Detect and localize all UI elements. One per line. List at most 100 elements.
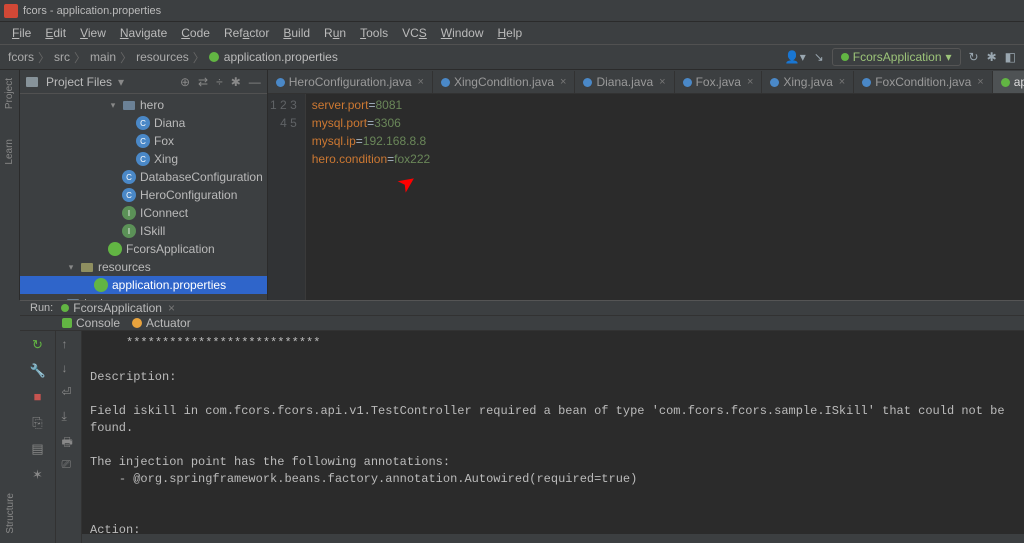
debug-icon[interactable]: ✱	[987, 50, 997, 64]
menu-run[interactable]: Run	[318, 24, 352, 42]
tree-node-xing[interactable]: CXing	[20, 150, 267, 168]
menu-vcs[interactable]: VCS	[396, 24, 433, 42]
editor-tab-application-properties[interactable]: application.properties×	[993, 71, 1024, 93]
class-c-icon: C	[122, 188, 136, 202]
menu-edit[interactable]: Edit	[39, 24, 72, 42]
tree-node-label: application.properties	[112, 278, 226, 292]
target-icon[interactable]: ⊕	[180, 75, 190, 89]
editor-body[interactable]: 1 2 3 4 5 server.port=8081 mysql.port=33…	[268, 94, 1024, 300]
tab-label: XingCondition.java	[454, 75, 554, 89]
clear-icon[interactable]: ⎚	[62, 457, 76, 471]
stop-icon[interactable]: ■	[30, 389, 46, 405]
app-icon	[4, 4, 18, 18]
tab-label: FoxCondition.java	[875, 75, 971, 89]
expand-icon[interactable]: ⇄	[198, 75, 208, 89]
workspace: Project Files ▾ ⊕ ⇄ ÷ ✱ — ▾heroCDianaCFo…	[20, 70, 1024, 300]
tree-node-iskill[interactable]: IISkill	[20, 222, 267, 240]
rerun-icon[interactable]: ↻	[30, 337, 46, 353]
run-config-label: FcorsApplication	[853, 50, 942, 64]
close-icon[interactable]: ×	[659, 76, 665, 88]
breadcrumb-item[interactable]: src	[54, 50, 70, 64]
menu-navigate[interactable]: Navigate	[114, 24, 173, 42]
tab-label: Xing.java	[783, 75, 832, 89]
project-tool-button[interactable]: Project	[4, 78, 15, 109]
collapse-icon[interactable]: ÷	[216, 75, 223, 89]
actuator-tab[interactable]: Actuator	[132, 316, 191, 330]
tree-node-application-properties[interactable]: application.properties	[20, 276, 267, 294]
close-icon[interactable]: ×	[977, 76, 983, 88]
tree-node-label: FcorsApplication	[126, 242, 215, 256]
learn-tool-button[interactable]: Learn	[4, 139, 15, 165]
console-output[interactable]: *************************** Description:…	[82, 331, 1024, 543]
menu-help[interactable]: Help	[491, 24, 528, 42]
menu-code[interactable]: Code	[175, 24, 216, 42]
tree-node-databaseconfiguration[interactable]: CDatabaseConfiguration	[20, 168, 267, 186]
tree-node-hero[interactable]: ▾hero	[20, 96, 267, 114]
breadcrumb-separator: 〉	[74, 49, 86, 66]
menu-refactor[interactable]: Refactor	[218, 24, 275, 42]
print-icon[interactable]: 🖶	[62, 433, 76, 447]
project-mode-selector[interactable]: Project Files	[46, 75, 112, 89]
structure-tool-button[interactable]: Structure	[5, 483, 16, 534]
breadcrumb-item[interactable]: resources	[136, 50, 189, 64]
hammer-icon[interactable]: ↘	[814, 50, 824, 64]
editor-tab-fox-java[interactable]: Fox.java×	[675, 71, 763, 93]
close-icon[interactable]: ×	[839, 76, 845, 88]
editor-tab-diana-java[interactable]: Diana.java×	[575, 71, 674, 93]
wrench-icon[interactable]: 🔧	[30, 363, 46, 379]
close-icon[interactable]: ×	[168, 301, 175, 315]
code-area[interactable]: server.port=8081 mysql.port=3306 mysql.i…	[306, 94, 430, 300]
editor-tab-xingcondition-java[interactable]: XingCondition.java ×	[433, 71, 576, 93]
menu-tools[interactable]: Tools	[354, 24, 394, 42]
editor: HeroConfiguration.java×XingCondition.jav…	[268, 70, 1024, 300]
line-gutter: 1 2 3 4 5	[268, 94, 306, 300]
pin-icon[interactable]: ✶	[30, 467, 46, 483]
caret-icon[interactable]: ▾	[66, 262, 76, 273]
breadcrumb-item[interactable]: application.properties	[224, 50, 338, 64]
run-app-tab[interactable]: FcorsApplication ×	[61, 301, 175, 315]
editor-tab-xing-java[interactable]: Xing.java ×	[762, 71, 854, 93]
stop-icon[interactable]: ◧	[1005, 50, 1016, 64]
menu-view[interactable]: View	[74, 24, 112, 42]
dump-icon[interactable]: ⎘	[30, 415, 46, 431]
breadcrumb-item[interactable]: fcors	[8, 50, 34, 64]
tree-node-resources[interactable]: ▾ resources	[20, 258, 267, 276]
run-config-selector[interactable]: FcorsApplication ▾	[832, 48, 961, 66]
gear-icon[interactable]: ✱	[231, 75, 241, 89]
left-tool-strip-bottom: Structure	[0, 444, 20, 534]
editor-tab-heroconfiguration-java[interactable]: HeroConfiguration.java×	[268, 71, 433, 93]
menu-file[interactable]: File	[6, 24, 37, 42]
editor-tab-foxcondition-java[interactable]: FoxCondition.java ×	[854, 71, 993, 93]
tree-node-label: resources	[98, 260, 151, 274]
run-icon[interactable]: ↻	[969, 50, 979, 64]
tree-node-fcorsapplication[interactable]: FcorsApplication	[20, 240, 267, 258]
user-icon[interactable]: 👤▾	[785, 50, 806, 64]
hide-icon[interactable]: —	[249, 75, 261, 89]
navigation-bar: fcors〉src〉main〉resources〉application.pro…	[0, 44, 1024, 70]
menu-build[interactable]: Build	[277, 24, 316, 42]
up-icon[interactable]: ↑	[62, 337, 76, 351]
tree-node-label: IConnect	[140, 206, 188, 220]
scroll-icon[interactable]: ⤓	[62, 409, 76, 423]
tree-node-heroconfiguration[interactable]: C HeroConfiguration	[20, 186, 267, 204]
breadcrumb-item[interactable]: main	[90, 50, 116, 64]
tree-node-fox[interactable]: CFox	[20, 132, 267, 150]
run-panel: Run: FcorsApplication × Console Actuator…	[20, 300, 1024, 534]
tree-node-label: ISkill	[140, 224, 165, 238]
console-tab[interactable]: Console	[62, 316, 120, 330]
tree-node-diana[interactable]: CDiana	[20, 114, 267, 132]
close-icon[interactable]: ×	[747, 76, 753, 88]
tree-node-label: HeroConfiguration	[140, 188, 237, 202]
tree-node-iconnect[interactable]: IIConnect	[20, 204, 267, 222]
caret-icon[interactable]: ▾	[108, 100, 118, 111]
tree-node-label: Fox	[154, 134, 174, 148]
menu-window[interactable]: Window	[435, 24, 490, 42]
close-icon[interactable]: ×	[418, 76, 424, 88]
layout-icon[interactable]: ▤	[30, 441, 46, 457]
wrap-icon[interactable]: ⏎	[62, 385, 76, 399]
chevron-down-icon[interactable]: ▾	[118, 75, 124, 89]
close-icon[interactable]: ×	[560, 76, 566, 88]
project-tree[interactable]: ▾heroCDianaCFoxCXingCDatabaseConfigurati…	[20, 94, 267, 300]
breadcrumb[interactable]: fcors〉src〉main〉resources〉application.pro…	[8, 49, 338, 66]
down-icon[interactable]: ↓	[62, 361, 76, 375]
